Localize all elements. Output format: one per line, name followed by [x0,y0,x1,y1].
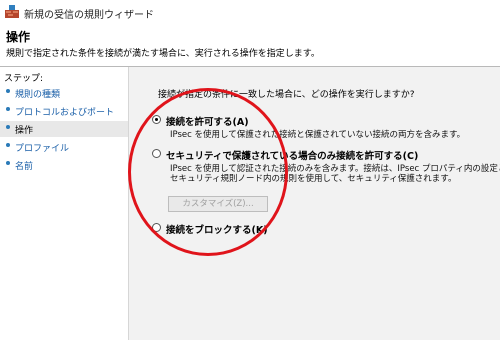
annotation-circle [128,88,288,256]
step-action[interactable]: 操作 [0,121,128,137]
step-label: プロファイル [15,144,70,154]
step-label: 規則の種類 [15,90,61,100]
bullet-icon [6,161,10,165]
wizard-header: 操作 規則で指定された条件を接続が満たす場合に、実行される操作を指定します。 [0,24,500,66]
step-label: プロトコルおよびポート [15,108,115,118]
step-protocol-port[interactable]: プロトコルおよびポート [0,103,128,119]
step-label: 操作 [15,126,34,136]
steps-sidebar: ステップ: 規則の種類 プロトコルおよびポート 操作 プロファイル 名前 [0,67,129,340]
window-title: 新規の受信の規則ウィザード [24,10,154,21]
page-title: 操作 [6,30,31,44]
step-profile[interactable]: プロファイル [0,139,128,155]
bullet-icon [6,89,10,93]
bullet-icon [6,125,10,129]
step-label: 名前 [15,162,34,172]
title-bar: 新規の受信の規則ウィザード [0,0,500,24]
bullet-icon [6,143,10,147]
bullet-icon [6,107,10,111]
steps-heading: ステップ: [4,74,44,84]
step-rule-type[interactable]: 規則の種類 [0,85,128,101]
page-description: 規則で指定された条件を接続が満たす場合に、実行される操作を指定します。 [6,49,320,59]
firewall-icon [5,5,19,18]
step-name[interactable]: 名前 [0,157,128,173]
